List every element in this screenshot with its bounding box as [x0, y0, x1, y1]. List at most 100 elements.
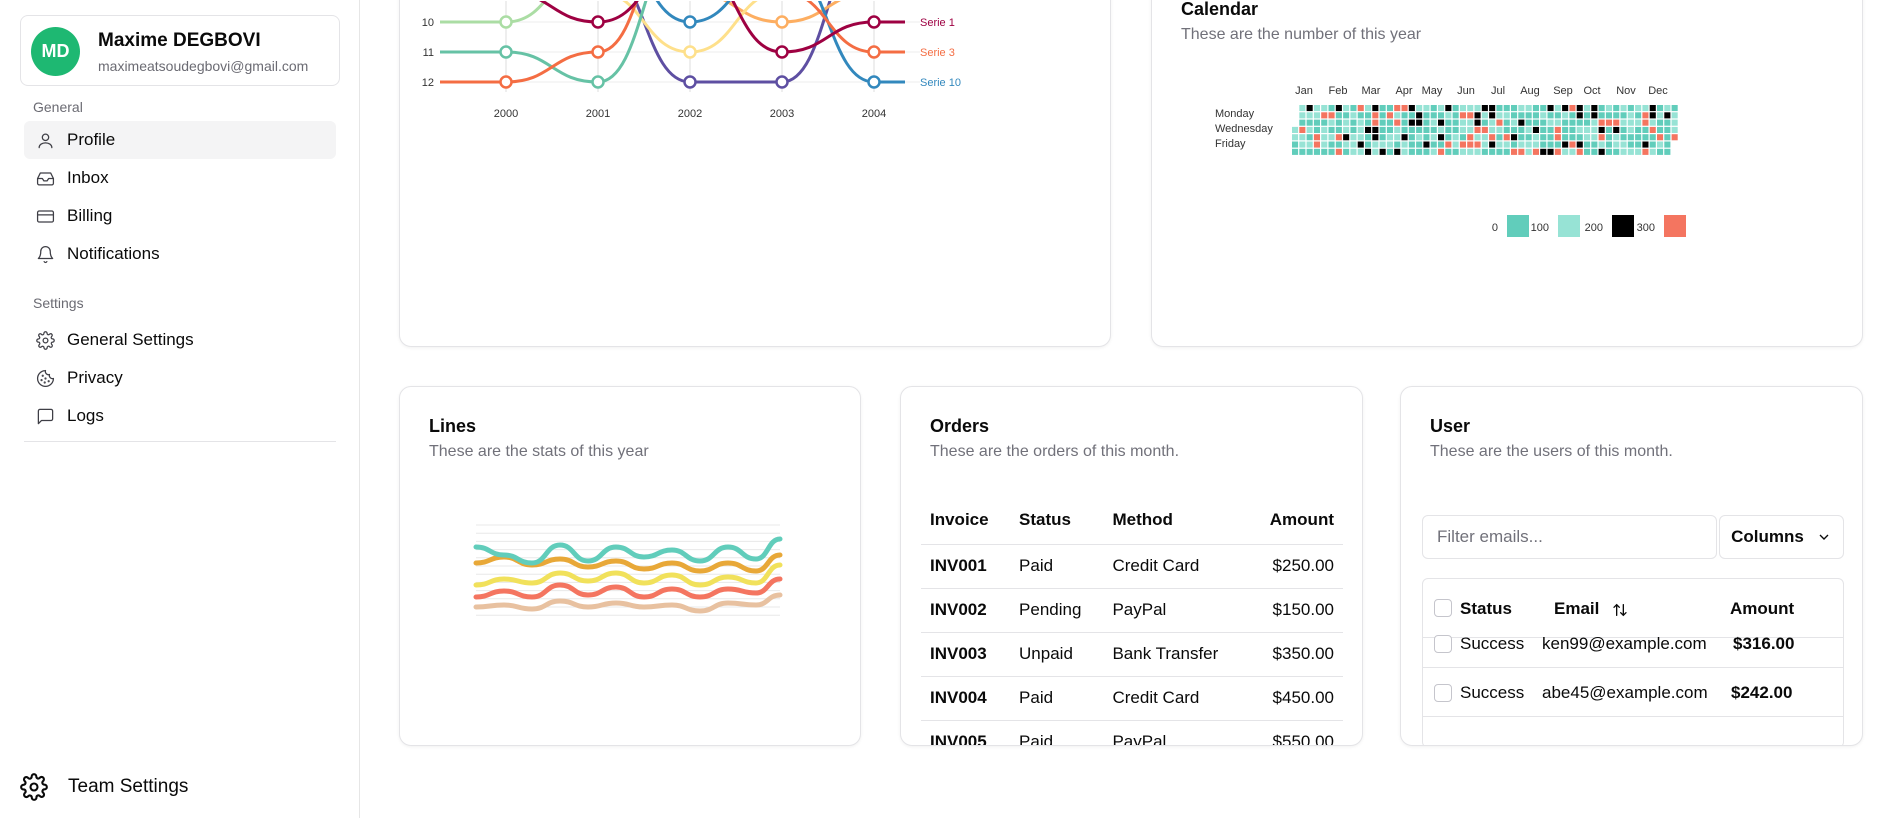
- calendar-day-cell: [1642, 119, 1649, 126]
- legend-label: 100: [1531, 222, 1549, 234]
- calendar-day-cell: [1562, 141, 1569, 148]
- column-header-method: Method: [1103, 497, 1248, 545]
- user-account-card[interactable]: MD Maxime DEGBOVI maximeatsoudegbovi@gma…: [20, 15, 340, 86]
- calendar-day-cell: [1664, 148, 1671, 155]
- calendar-day-cell: [1532, 112, 1539, 119]
- calendar-day-cell: [1598, 148, 1605, 155]
- calendar-day-cell: [1605, 148, 1612, 155]
- team-settings-button[interactable]: Team Settings: [20, 773, 188, 801]
- day-label: Monday: [1215, 108, 1255, 120]
- calendar-day-cell: [1627, 141, 1634, 148]
- calendar-day-cell: [1664, 134, 1671, 141]
- calendar-day-cell: [1576, 112, 1583, 119]
- columns-dropdown-button[interactable]: Columns: [1719, 515, 1844, 559]
- calendar-day-cell: [1481, 141, 1488, 148]
- calendar-day-cell: [1671, 119, 1678, 126]
- sidebar-item-notifications[interactable]: Notifications: [24, 235, 336, 273]
- calendar-day-cell: [1401, 148, 1408, 155]
- calendar-day-cell: [1671, 134, 1678, 141]
- calendar-day-cell: [1459, 105, 1466, 112]
- calendar-day-cell: [1584, 105, 1591, 112]
- calendar-day-cell: [1635, 112, 1642, 119]
- calendar-day-cell: [1459, 148, 1466, 155]
- calendar-day-cell: [1481, 119, 1488, 126]
- calendar-day-cell: [1671, 126, 1678, 133]
- x-tick-label: 2003: [770, 108, 794, 120]
- calendar-day-cell: [1386, 119, 1393, 126]
- calendar-day-cell: [1525, 148, 1532, 155]
- calendar-day-cell: [1445, 119, 1452, 126]
- calendar-day-cell: [1445, 134, 1452, 141]
- calendar-day-cell: [1321, 141, 1328, 148]
- calendar-day-cell: [1511, 148, 1518, 155]
- sidebar-item-inbox[interactable]: Inbox: [24, 159, 336, 197]
- calendar-day-cell: [1605, 126, 1612, 133]
- calendar-day-cell: [1474, 134, 1481, 141]
- calendar-day-cell: [1313, 134, 1320, 141]
- calendar-day-cell: [1649, 112, 1656, 119]
- calendar-day-cell: [1635, 141, 1642, 148]
- row-checkbox[interactable]: [1434, 635, 1452, 653]
- calendar-day-cell: [1306, 148, 1313, 155]
- line-series: [473, 536, 783, 566]
- bump-point: [683, 45, 697, 59]
- filter-emails-input[interactable]: [1422, 515, 1717, 559]
- calendar-day-cell: [1489, 126, 1496, 133]
- calendar-day-cell: [1496, 141, 1503, 148]
- calendar-day-cell: [1452, 105, 1459, 112]
- calendar-day-cell: [1635, 126, 1642, 133]
- calendar-day-cell: [1489, 141, 1496, 148]
- calendar-day-cell: [1554, 148, 1561, 155]
- invoice-cell: INV005: [921, 720, 1011, 745]
- calendar-day-cell: [1657, 134, 1664, 141]
- calendar-day-cell: [1328, 119, 1335, 126]
- calendar-day-cell: [1584, 119, 1591, 126]
- column-header-amount: Amount: [1247, 497, 1343, 545]
- column-header-amount: Amount: [1730, 599, 1795, 618]
- calendar-day-cell: [1357, 112, 1364, 119]
- table-row: INV005 Paid PayPal $550.00: [921, 720, 1343, 745]
- calendar-day-cell: [1525, 105, 1532, 112]
- calendar-day-cell: [1562, 126, 1569, 133]
- calendar-day-cell: [1591, 141, 1598, 148]
- calendar-day-cell: [1598, 134, 1605, 141]
- calendar-day-cell: [1620, 148, 1627, 155]
- sidebar-item-general-settings[interactable]: General Settings: [24, 321, 336, 359]
- calendar-day-cell: [1562, 112, 1569, 119]
- calendar-day-cell: [1365, 148, 1372, 155]
- sidebar-divider: [24, 441, 336, 442]
- calendar-day-cell: [1408, 119, 1415, 126]
- column-header-email[interactable]: Email: [1554, 599, 1628, 619]
- table-row: INV004 Paid Credit Card $450.00: [921, 676, 1343, 721]
- row-checkbox[interactable]: [1434, 684, 1452, 702]
- select-all-checkbox[interactable]: [1434, 599, 1452, 617]
- calendar-day-cell: [1481, 134, 1488, 141]
- calendar-day-cell: [1627, 126, 1634, 133]
- calendar-day-cell: [1408, 141, 1415, 148]
- calendar-day-cell: [1591, 148, 1598, 155]
- amount-cell: $242.00: [1731, 683, 1793, 702]
- calendar-day-cell: [1649, 119, 1656, 126]
- status-cell: Paid: [1010, 676, 1104, 721]
- calendar-day-cell: [1511, 134, 1518, 141]
- calendar-day-cell: [1357, 105, 1364, 112]
- calendar-day-cell: [1350, 141, 1357, 148]
- amount-cell: $550.00: [1247, 720, 1343, 745]
- sidebar-item-privacy[interactable]: Privacy: [24, 359, 336, 397]
- sidebar-item-billing[interactable]: Billing: [24, 197, 336, 235]
- series-label: Serie 10: [920, 77, 961, 89]
- calendar-day-cell: [1664, 105, 1671, 112]
- sidebar-item-profile[interactable]: Profile: [24, 121, 336, 159]
- calendar-day-cell: [1598, 119, 1605, 126]
- sidebar-item-logs[interactable]: Logs: [24, 397, 336, 435]
- calendar-day-cell: [1445, 148, 1452, 155]
- calendar-day-cell: [1386, 141, 1393, 148]
- calendar-day-cell: [1554, 141, 1561, 148]
- calendar-day-cell: [1321, 148, 1328, 155]
- calendar-day-cell: [1452, 119, 1459, 126]
- calendar-day-cell: [1386, 105, 1393, 112]
- calendar-day-cell: [1299, 148, 1306, 155]
- calendar-day-cell: [1401, 119, 1408, 126]
- calendar-day-cell: [1335, 141, 1342, 148]
- calendar-day-cell: [1386, 112, 1393, 119]
